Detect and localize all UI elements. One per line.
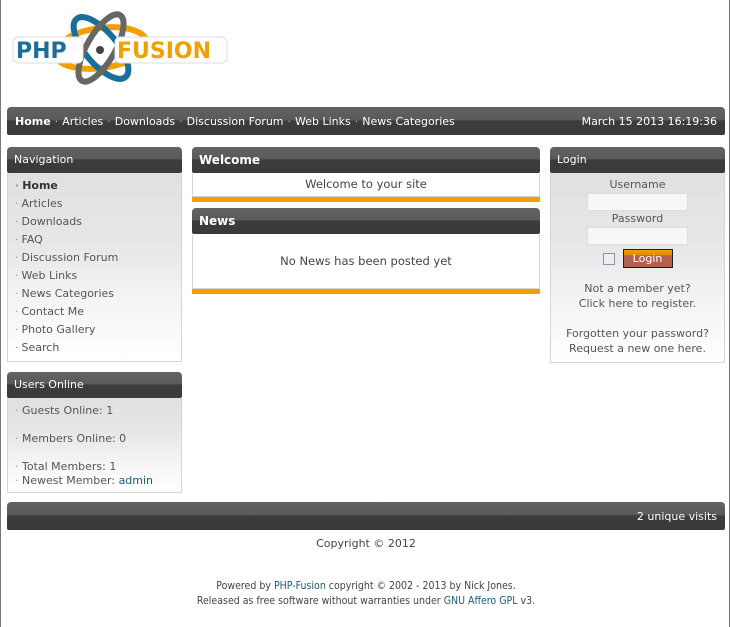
guests-online-text: Guests Online: 1 <box>22 404 114 417</box>
license-line: Released as free software without warran… <box>1 594 730 609</box>
top-nav-news-categories[interactable]: News Categories <box>362 115 455 128</box>
nav-item-label: Photo Gallery <box>21 323 96 336</box>
login-button[interactable]: Login <box>622 249 673 268</box>
login-links: Not a member yet? Click here to register… <box>551 281 724 356</box>
nav-item-news-categories[interactable]: · News Categories <box>15 285 181 303</box>
site-logo[interactable]: PHP FUSION <box>11 10 231 85</box>
welcome-panel-title: Welcome <box>192 147 540 173</box>
top-nav-discussion-forum[interactable]: Discussion Forum <box>187 115 284 128</box>
top-nav-articles[interactable]: Articles <box>62 115 103 128</box>
nav-item-label: Web Links <box>21 269 78 282</box>
released-suffix: v3. <box>517 595 536 607</box>
powered-prefix: Powered by <box>216 580 274 592</box>
left-sidebar: Navigation · Home · Articles · Downloads · F… <box>7 147 182 493</box>
separator: · <box>354 114 359 128</box>
news-divider <box>192 289 540 294</box>
navigation-panel: · Home · Articles · Downloads · FAQ · Discuss… <box>7 173 182 362</box>
forgot-password-text: Forgotten your password? <box>566 327 709 340</box>
svg-text:PHP: PHP <box>16 39 67 64</box>
bullet-icon: · <box>15 323 19 336</box>
nav-item-label: FAQ <box>21 233 43 246</box>
bullet-icon: · <box>15 287 19 300</box>
username-input[interactable] <box>587 193 688 211</box>
welcome-panel: Welcome to your site <box>192 173 540 197</box>
news-panel: No News has been posted yet <box>192 234 540 289</box>
total-members-text: Total Members: 1 <box>22 460 117 473</box>
nav-item-label: Contact Me <box>21 305 85 318</box>
separator: · <box>107 114 111 128</box>
powered-by-line: Powered by PHP-Fusion copyright © 2002 -… <box>1 579 730 594</box>
nav-item-label: Downloads <box>21 215 82 228</box>
nav-item-label: Articles <box>21 197 63 210</box>
copyright: Copyright © 2012 <box>316 537 416 550</box>
login-panel: Username Password Login Not a member yet… <box>550 173 725 363</box>
username-label: Username <box>609 178 666 191</box>
nav-item-label: Search <box>21 341 60 354</box>
top-nav-links: Home · Articles · Downloads · Discussion Forum… <box>15 115 455 128</box>
remember-me-checkbox[interactable] <box>602 252 615 265</box>
bullet-icon: · <box>15 341 19 354</box>
users-online-panel-title: Users Online <box>7 372 182 398</box>
bullet-icon: · <box>15 305 19 318</box>
unique-visits: 2 unique visits <box>636 509 717 523</box>
top-nav-home[interactable]: Home <box>15 115 51 128</box>
bullet-icon: · <box>15 197 19 210</box>
datetime: March 15 2013 16:19:36 <box>581 114 717 128</box>
footer-bar: 2 unique visits <box>7 502 725 530</box>
php-fusion-link[interactable]: PHP-Fusion <box>274 580 326 592</box>
nav-item-search[interactable]: · Search <box>15 339 181 357</box>
svg-text:FUSION: FUSION <box>117 39 211 64</box>
news-panel-title: News <box>192 208 540 234</box>
nav-item-faq[interactable]: · FAQ <box>15 231 181 249</box>
nav-item-contact-me[interactable]: · Contact Me <box>15 303 181 321</box>
nav-item-photo-gallery[interactable]: · Photo Gallery <box>15 321 181 339</box>
guests-online: · Guests Online: 1 <box>15 404 114 417</box>
top-navigation-bar: Home · Articles · Downloads · Discussion Forum… <box>7 107 725 135</box>
login-panel-title: Login <box>550 147 725 173</box>
main-content: Welcome Welcome to your site News No New… <box>192 147 540 294</box>
password-input[interactable] <box>587 227 688 245</box>
nav-item-label: News Categories <box>21 287 115 300</box>
nav-item-home[interactable]: · Home <box>15 177 181 195</box>
powered-by: Powered by PHP-Fusion copyright © 2002 -… <box>1 579 730 609</box>
bullet-icon: · <box>15 251 19 264</box>
navigation-list: · Home · Articles · Downloads · FAQ · Discuss… <box>8 173 181 361</box>
license-link[interactable]: GNU Affero GPL <box>444 595 518 607</box>
request-password-link[interactable]: Request a new one here. <box>551 341 724 356</box>
news-empty-text: No News has been posted yet <box>280 254 452 268</box>
separator: · <box>54 114 59 128</box>
newest-member-link[interactable]: admin <box>119 474 153 487</box>
released-prefix: Released as free software without warran… <box>196 595 444 607</box>
nav-item-web-links[interactable]: · Web Links <box>15 267 181 285</box>
login-actions: Login <box>551 249 724 268</box>
nav-item-label: Discussion Forum <box>21 251 119 264</box>
total-members: · Total Members: 1 <box>15 460 117 473</box>
members-online: · Members Online: 0 <box>15 432 127 445</box>
powered-suffix: copyright © 2002 - 2013 by Nick Jones. <box>325 580 516 592</box>
welcome-text: Welcome to your site <box>305 177 427 191</box>
right-sidebar: Login Username Password Login Not a memb… <box>550 147 725 363</box>
bullet-icon: · <box>15 215 19 228</box>
newest-member-label: Newest Member: <box>22 474 119 487</box>
separator: · <box>287 114 292 128</box>
nav-item-label: Home <box>22 179 58 192</box>
members-online-text: Members Online: 0 <box>22 432 127 445</box>
nav-item-discussion-forum[interactable]: · Discussion Forum <box>15 249 181 267</box>
password-label: Password <box>611 212 664 225</box>
bullet-icon: · <box>15 233 19 246</box>
separator: · <box>179 114 183 128</box>
top-nav-web-links[interactable]: Web Links <box>295 115 351 128</box>
bullet-icon: · <box>15 179 20 192</box>
register-link[interactable]: Click here to register. <box>551 296 724 311</box>
bullet-icon: · <box>15 269 19 282</box>
top-nav-downloads[interactable]: Downloads <box>115 115 175 128</box>
users-online-panel: · Guests Online: 1 · Members Online: 0 ·… <box>7 398 182 493</box>
not-member-text: Not a member yet? <box>584 282 691 295</box>
nav-item-downloads[interactable]: · Downloads <box>15 213 181 231</box>
navigation-panel-title: Navigation <box>7 147 182 173</box>
php-fusion-logo-icon: PHP FUSION <box>12 11 228 85</box>
nav-item-articles[interactable]: · Articles <box>15 195 181 213</box>
newest-member: · Newest Member: admin <box>15 474 154 487</box>
